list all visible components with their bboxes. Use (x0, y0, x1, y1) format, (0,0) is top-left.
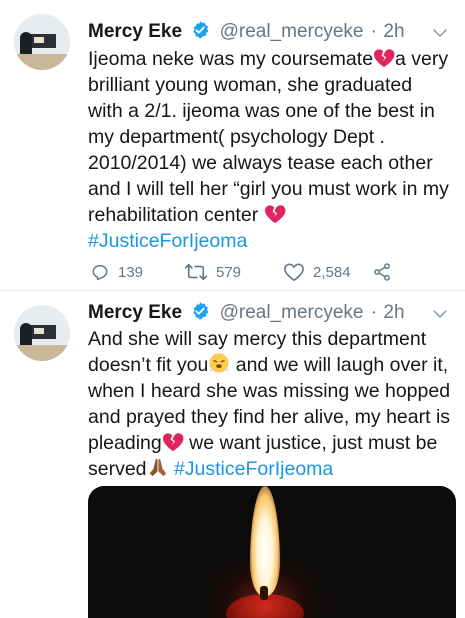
candle-wick (260, 586, 268, 600)
text-line: when I heard she was missing we hopped (88, 380, 451, 402)
text-line: and prayed they find her alive, my heart… (88, 406, 451, 428)
text-line: my department( psychology Dept . (88, 126, 385, 148)
tweet-text: And she will say mercy this department d… (88, 326, 458, 482)
reply-icon (92, 265, 108, 281)
broken-heart-emoji (162, 433, 184, 452)
share-button[interactable] (372, 260, 400, 284)
retweet-button[interactable]: 579 (184, 260, 241, 284)
tweet-header: Mercy Eke @real_mercyeke · 2h (88, 20, 405, 44)
candle-flame (250, 486, 280, 596)
text-line: with a 2/1. ijeoma was one of the best i… (88, 100, 435, 122)
broken-heart-emoji (374, 49, 395, 68)
separator: · (370, 302, 378, 323)
retweet-icon (184, 263, 208, 281)
text-line: and I will tell her “girl you must work … (88, 178, 449, 200)
text-line: pleading we want justice, just must be (88, 432, 438, 454)
share-icon (374, 263, 390, 281)
avatar[interactable] (14, 14, 70, 70)
like-count: 2,584 (313, 263, 351, 281)
like-button[interactable]: 2,584 (283, 260, 351, 284)
timestamp[interactable]: 2h (383, 302, 404, 323)
text-line: 2010/2014) we always tease each other (88, 152, 433, 174)
broken-heart-emoji (264, 205, 286, 224)
author-handle[interactable]: @real_mercyeke (220, 21, 364, 42)
author-name[interactable]: Mercy Eke (88, 302, 182, 323)
author-handle[interactable]: @real_mercyeke (220, 302, 364, 323)
text-line: brilliant young woman, she graduated (88, 74, 413, 96)
tweet-actions: 139 579 2,584 (88, 260, 448, 284)
text-line: And she will say mercy this department (88, 328, 427, 350)
reply-count: 139 (118, 263, 144, 281)
tweet-1[interactable]: Mercy Eke @real_mercyeke · 2h Ijeoma nek… (0, 0, 465, 290)
heart-icon (284, 263, 304, 281)
hashtag-link[interactable]: #JusticeForIjeoma (174, 458, 333, 480)
retweet-count: 579 (216, 263, 242, 281)
timestamp[interactable]: 2h (383, 21, 404, 42)
folded-hands-emoji (149, 458, 166, 477)
separator: · (370, 21, 378, 42)
avatar[interactable] (14, 305, 70, 361)
text-line: doesn’t fit you and we will laugh over i… (88, 353, 449, 376)
hashtag-link[interactable]: #JusticeForIjeoma (88, 228, 458, 254)
text-line: served #JusticeForIjeoma (88, 458, 334, 480)
verified-badge-icon (193, 21, 209, 39)
tweet-header: Mercy Eke @real_mercyeke · 2h (88, 301, 405, 325)
tweet-text: Ijeoma neke was my coursemate a very bri… (88, 46, 458, 254)
tweet-image[interactable] (88, 486, 456, 618)
chevron-down-icon[interactable] (431, 24, 449, 42)
text-line: rehabilitation center (88, 202, 458, 228)
reply-button[interactable]: 139 (90, 260, 143, 284)
verified-badge-icon (193, 302, 209, 320)
author-name[interactable]: Mercy Eke (88, 21, 182, 42)
chevron-down-icon[interactable] (431, 305, 449, 323)
tweet-2[interactable]: Mercy Eke @real_mercyeke · 2h And she wi… (0, 291, 465, 618)
text-line: Ijeoma neke was my coursemate a very (88, 48, 449, 70)
face-with-steam-emoji (209, 353, 229, 373)
